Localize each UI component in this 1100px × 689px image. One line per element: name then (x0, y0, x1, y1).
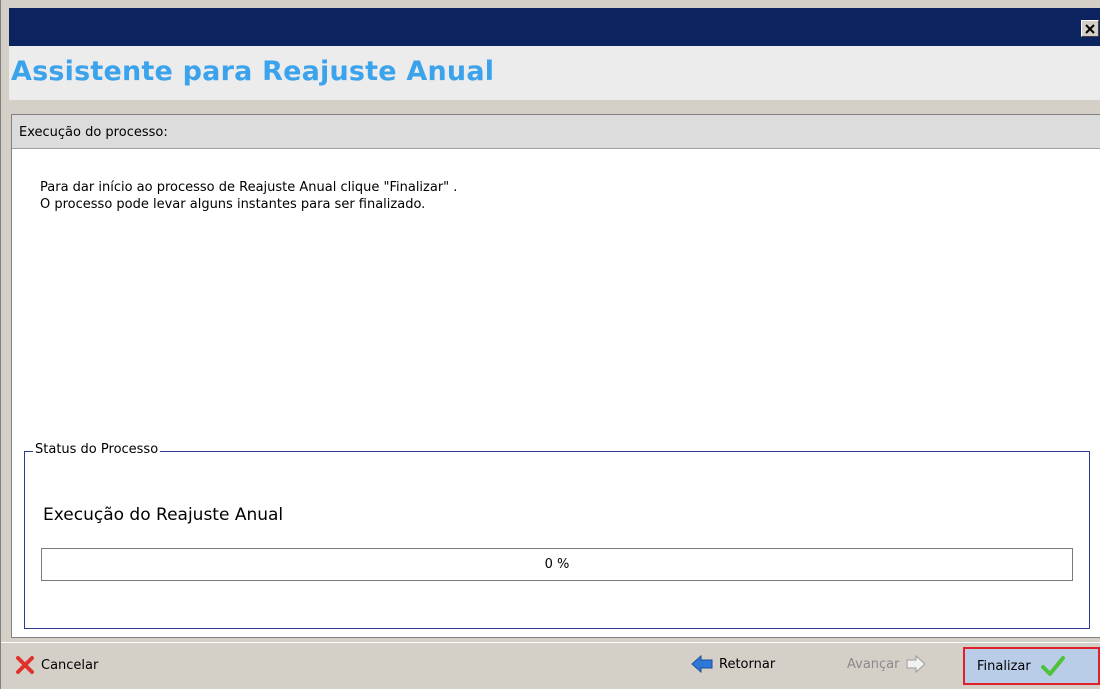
content-panel: Execução do processo: Para dar início ao… (11, 114, 1100, 638)
section-header: Execução do processo: (12, 115, 1100, 149)
footer-toolbar: Cancelar Retornar Avançar Finalizar (1, 642, 1100, 689)
red-x-icon (15, 655, 35, 675)
next-button[interactable]: Avançar (847, 655, 926, 673)
finish-button[interactable]: Finalizar (963, 647, 1100, 685)
section-label: Execução do processo: (19, 125, 168, 140)
close-button[interactable] (1081, 20, 1099, 37)
cancel-button[interactable]: Cancelar (15, 655, 98, 675)
next-label: Avançar (847, 656, 900, 672)
wizard-title: Assistente para Reajuste Anual (11, 56, 495, 87)
right-arrow-icon (906, 655, 926, 673)
back-label: Retornar (719, 656, 776, 672)
back-button[interactable]: Retornar (691, 655, 775, 673)
wizard-window: Assistente para Reajuste Anual Execução … (0, 0, 1100, 689)
progress-percent: 0 % (544, 557, 570, 572)
green-check-icon (1040, 655, 1065, 677)
finish-label: Finalizar (977, 658, 1031, 674)
status-group-legend: Status do Processo (33, 442, 161, 457)
wizard-header: Assistente para Reajuste Anual (9, 46, 1100, 100)
process-label: Execução do Reajuste Anual (43, 505, 284, 525)
progress-bar: 0 % (41, 548, 1073, 581)
status-groupbox: Status do Processo Execução do Reajuste … (24, 442, 1090, 629)
left-arrow-icon (691, 655, 713, 673)
instructions-line-2: O processo pode levar alguns instantes p… (40, 197, 426, 212)
title-bar (9, 8, 1100, 46)
cancel-label: Cancelar (41, 657, 99, 673)
instructions-text: Para dar início ao processo de Reajuste … (40, 179, 457, 213)
close-icon (1085, 23, 1095, 34)
instructions-line-1: Para dar início ao processo de Reajuste … (40, 180, 458, 195)
